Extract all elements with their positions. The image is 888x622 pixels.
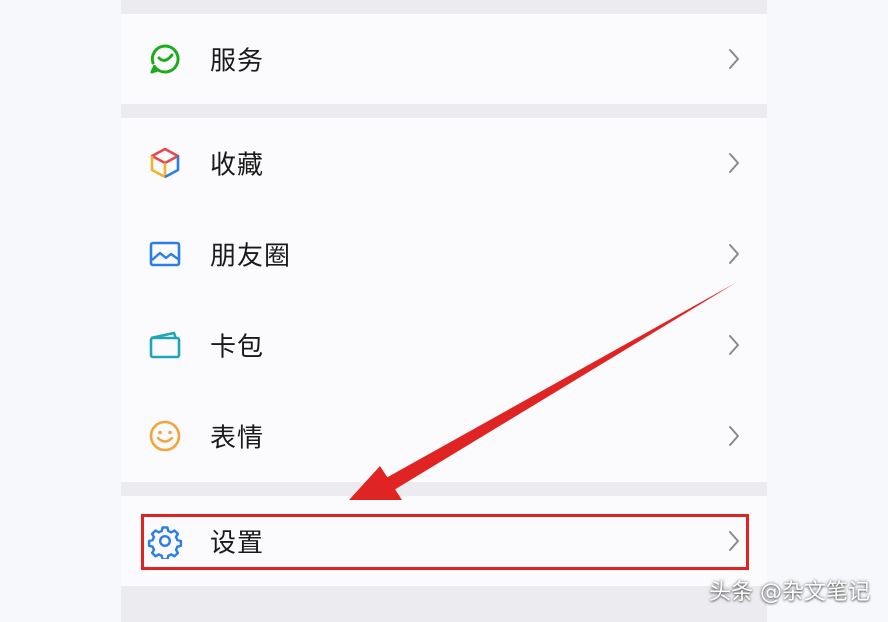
menu-item-label: 设置 [210,528,265,559]
settings-menu-screen: 服务 收藏 朋友圈 卡包 表情 设置 [121,0,767,622]
chevron-right-icon [727,242,741,266]
chevron-right-icon [727,529,741,553]
menu-item-favorites[interactable]: 收藏 [121,118,767,208]
menu-item-label: 收藏 [210,150,265,181]
card-wallet-icon [147,327,183,363]
chevron-right-icon [727,47,741,71]
chevron-right-icon [727,333,741,357]
menu-item-label: 卡包 [210,332,265,363]
gear-icon [147,523,183,559]
service-icon [147,41,183,77]
sticker-smile-icon [147,418,183,454]
watermark: 头条 @杂文笔记 [709,580,870,605]
menu-item-moments[interactable]: 朋友圈 [121,208,767,300]
favorites-cube-icon [147,145,183,181]
moments-picture-icon [147,236,183,272]
menu-item-label: 表情 [210,423,265,454]
menu-item-label: 朋友圈 [210,241,292,272]
menu-item-service[interactable]: 服务 [121,14,767,104]
chevron-right-icon [727,424,741,448]
chevron-right-icon [727,151,741,175]
menu-item-settings[interactable]: 设置 [121,496,767,586]
menu-item-label: 服务 [210,46,265,77]
menu-item-stickers[interactable]: 表情 [121,390,767,482]
menu-item-card-wallet[interactable]: 卡包 [121,300,767,390]
